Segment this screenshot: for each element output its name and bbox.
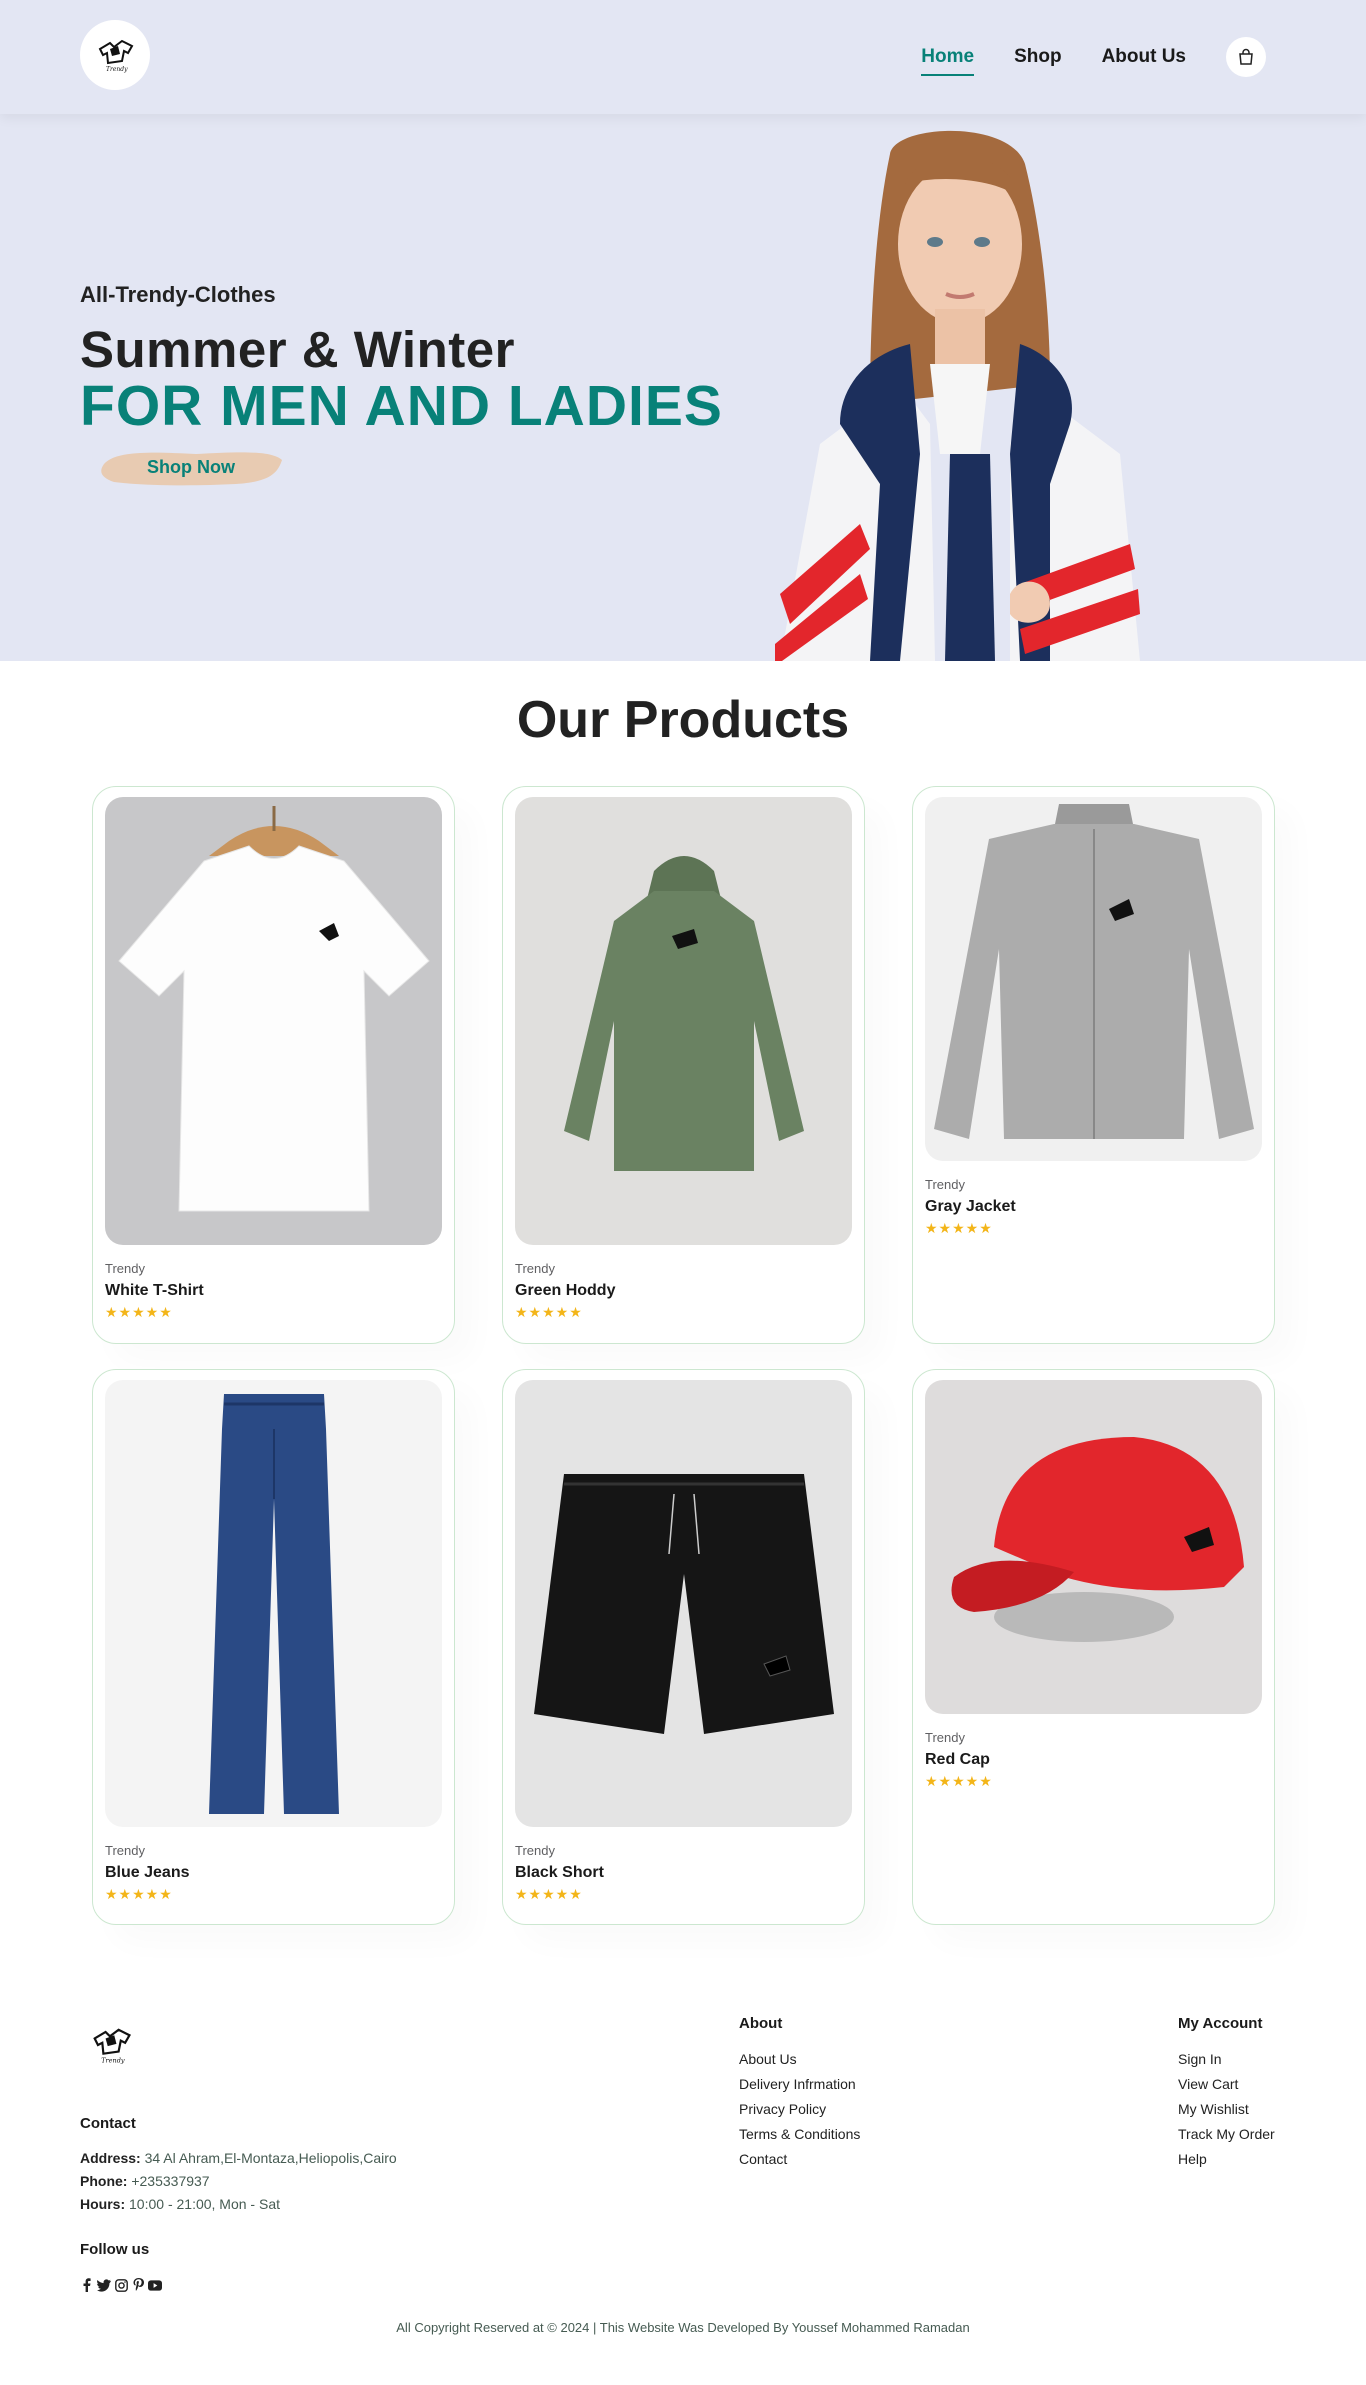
product-image — [925, 797, 1262, 1161]
product-card-blue-jeans[interactable]: Trendy Blue Jeans ★★★★★ — [92, 1369, 455, 1925]
instagram-icon[interactable] — [114, 2278, 128, 2292]
hero-title-accent: FOR MEN AND LADIES — [80, 374, 723, 438]
twitter-icon[interactable] — [97, 2278, 111, 2292]
product-image — [515, 1380, 852, 1827]
product-card-white-tshirt[interactable]: Trendy White T-Shirt ★★★★★ — [92, 786, 455, 1344]
contact-heading: Contact — [80, 2115, 136, 2132]
footer-link-about-us[interactable]: About Us — [739, 2051, 797, 2067]
footer-link-delivery[interactable]: Delivery Infrmation — [739, 2076, 856, 2092]
product-name: Blue Jeans — [105, 1864, 190, 1881]
product-card-red-cap[interactable]: Trendy Red Cap ★★★★★ — [912, 1369, 1275, 1925]
product-name: White T-Shirt — [105, 1282, 204, 1299]
nav-shop[interactable]: Shop — [1014, 46, 1062, 68]
star-rating: ★★★★★ — [105, 1304, 173, 1320]
product-name: Black Short — [515, 1864, 604, 1881]
svg-text:Trendy: Trendy — [101, 2056, 125, 2064]
jacket-image-icon — [933, 804, 1254, 1139]
copyright-text: All Copyright Reserved at © 2024 | This … — [396, 2320, 970, 2335]
footer-link-contact[interactable]: Contact — [739, 2151, 787, 2167]
product-name: Green Hoddy — [515, 1282, 616, 1299]
shorts-image-icon — [533, 1473, 834, 1734]
hero-section: All-Trendy-Clothes Summer & Winter FOR M… — [0, 114, 1366, 661]
product-card-green-hoddy[interactable]: Trendy Green Hoddy ★★★★★ — [502, 786, 865, 1344]
footer-link-wishlist[interactable]: My Wishlist — [1178, 2101, 1249, 2117]
follow-heading: Follow us — [80, 2241, 150, 2258]
product-image — [925, 1380, 1262, 1714]
footer-link-track-order[interactable]: Track My Order — [1178, 2126, 1275, 2142]
product-name: Gray Jacket — [925, 1198, 1016, 1215]
contact-hours: Hours: 10:00 - 21:00, Mon - Sat — [80, 2196, 280, 2212]
product-brand: Trendy — [515, 1261, 555, 1276]
shopping-bag-icon — [1239, 48, 1253, 65]
shop-now-label: Shop Now — [147, 456, 235, 477]
pinterest-icon[interactable] — [131, 2278, 145, 2292]
about-heading: About — [739, 2015, 783, 2032]
nav-home[interactable]: Home — [921, 46, 974, 76]
contact-phone: Phone: +235337937 — [80, 2173, 210, 2189]
svg-text:Trendy: Trendy — [106, 66, 128, 73]
product-name: Red Cap — [925, 1751, 990, 1768]
footer-link-privacy[interactable]: Privacy Policy — [739, 2101, 826, 2117]
product-brand: Trendy — [105, 1261, 145, 1276]
star-rating: ★★★★★ — [515, 1886, 583, 1902]
cart-button[interactable] — [1226, 37, 1266, 77]
product-card-gray-jacket[interactable]: Trendy Gray Jacket ★★★★★ — [912, 786, 1275, 1344]
tshirt-image-icon — [117, 806, 430, 1212]
site-header: Trendy Home Shop About Us — [0, 0, 1366, 114]
hero-title: Summer & Winter — [80, 321, 515, 378]
product-image — [105, 797, 442, 1245]
footer-link-sign-in[interactable]: Sign In — [1178, 2051, 1222, 2067]
product-card-black-short[interactable]: Trendy Black Short ★★★★★ — [502, 1369, 865, 1925]
hero-model-image — [775, 130, 1140, 661]
star-rating: ★★★★★ — [515, 1304, 583, 1320]
product-brand: Trendy — [515, 1843, 555, 1858]
footer-logo[interactable]: Trendy — [86, 2020, 136, 2070]
footer-link-terms[interactable]: Terms & Conditions — [739, 2126, 860, 2142]
products-title: Our Products — [516, 691, 850, 749]
shop-now-button[interactable]: Shop Now — [96, 442, 286, 492]
jeans-image-icon — [208, 1393, 339, 1814]
product-brand: Trendy — [105, 1843, 145, 1858]
hero-subtitle: All-Trendy-Clothes — [80, 282, 276, 307]
star-rating: ★★★★★ — [925, 1220, 993, 1236]
star-rating: ★★★★★ — [105, 1886, 173, 1902]
product-brand: Trendy — [925, 1730, 965, 1745]
my-account-heading: My Account — [1178, 2015, 1263, 2032]
product-brand: Trendy — [925, 1177, 965, 1192]
site-logo[interactable]: Trendy — [80, 20, 150, 90]
facebook-icon[interactable] — [80, 2278, 94, 2292]
footer-link-view-cart[interactable]: View Cart — [1178, 2076, 1238, 2092]
contact-address: Address: 34 Al Ahram,El-Montaza,Heliopol… — [80, 2150, 397, 2166]
main-nav: Home Shop About Us — [921, 0, 1266, 114]
hoodie-image-icon — [563, 856, 804, 1171]
nav-about-us[interactable]: About Us — [1102, 46, 1186, 68]
product-image — [515, 797, 852, 1245]
youtube-icon[interactable] — [148, 2278, 162, 2292]
star-rating: ★★★★★ — [925, 1773, 993, 1789]
shirt-logo-icon: Trendy — [98, 39, 134, 73]
social-icons — [80, 2278, 162, 2292]
footer-link-help[interactable]: Help — [1178, 2151, 1207, 2167]
cap-image-icon — [951, 1437, 1244, 1642]
product-image — [105, 1380, 442, 1827]
